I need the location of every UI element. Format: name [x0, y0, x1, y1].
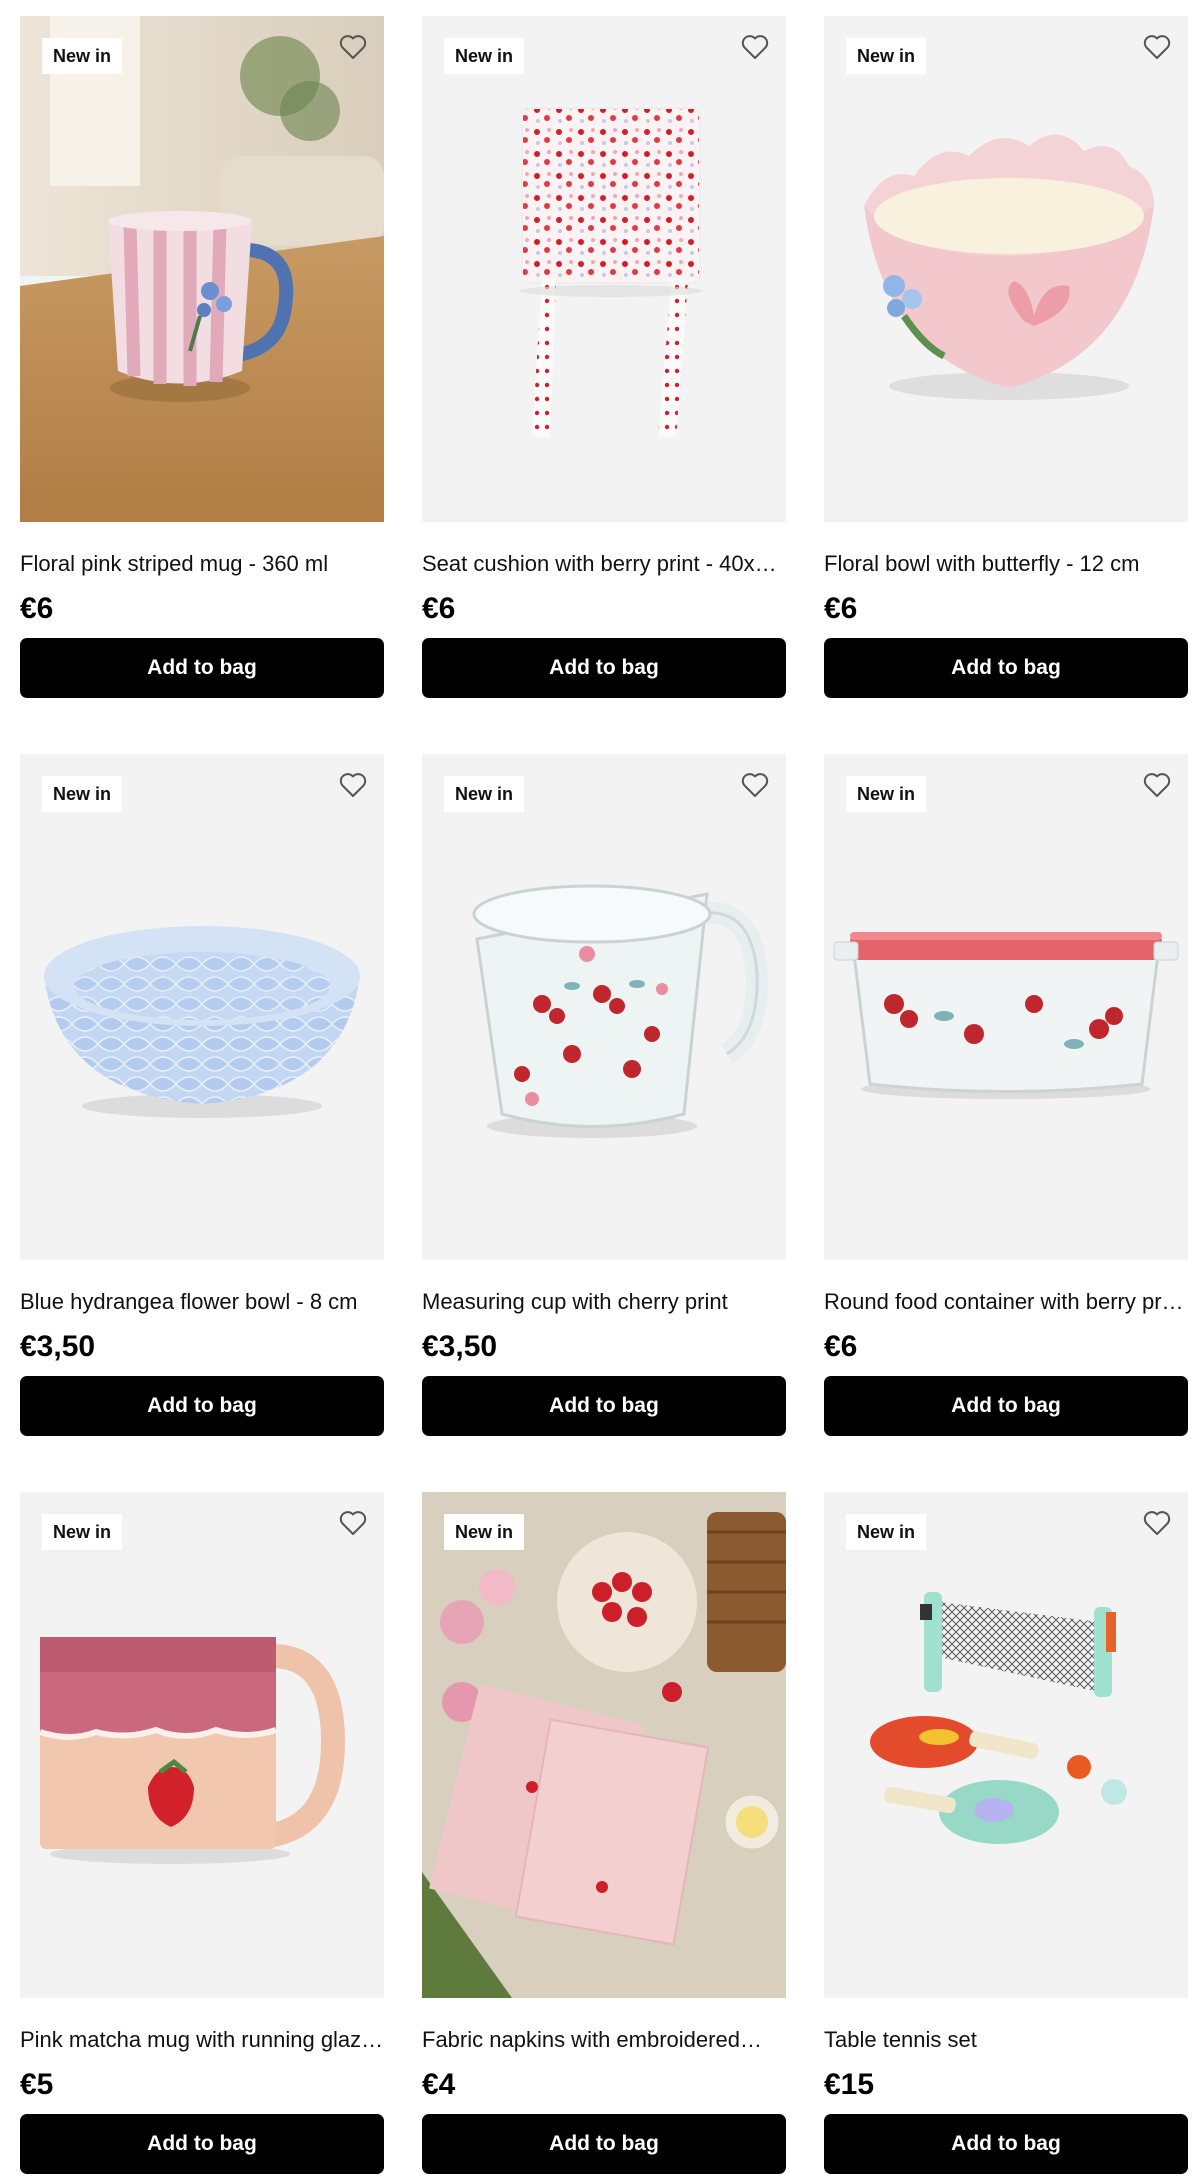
new-in-badge: New in: [444, 38, 525, 74]
product-image[interactable]: New in: [20, 1492, 384, 1998]
new-in-badge: New in: [846, 38, 927, 74]
new-in-badge: New in: [444, 776, 525, 812]
product-image[interactable]: New in: [824, 754, 1188, 1260]
product-title[interactable]: Measuring cup with cherry print: [422, 1288, 786, 1316]
product-card: New in Measuring cup with cherry print €…: [422, 754, 786, 1440]
product-price: €15: [824, 2068, 875, 2101]
new-in-badge: New in: [846, 1514, 927, 1550]
table-tennis-photo: [870, 1592, 1127, 1844]
heart-outline-icon[interactable]: [336, 768, 370, 802]
heart-outline-icon[interactable]: [1140, 30, 1174, 64]
product-card: New in Table tennis set €15 Add to bag: [824, 1492, 1188, 2178]
product-price: €3,50: [422, 1330, 498, 1363]
product-card: New in Seat cushion with berry print - 4…: [422, 16, 786, 702]
napkins-photo: [422, 1492, 786, 1998]
product-price: €6: [824, 592, 858, 625]
add-to-bag-button[interactable]: Add to bag: [824, 1376, 1188, 1436]
product-image[interactable]: New in: [824, 16, 1188, 522]
product-title[interactable]: Blue hydrangea flower bowl - 8 cm: [20, 1288, 384, 1316]
new-in-badge: New in: [444, 1514, 525, 1550]
heart-outline-icon[interactable]: [1140, 1506, 1174, 1540]
add-to-bag-button[interactable]: Add to bag: [422, 1376, 786, 1436]
product-title[interactable]: Floral pink striped mug - 360 ml: [20, 550, 384, 578]
product-image[interactable]: New in: [824, 1492, 1188, 1998]
new-in-badge: New in: [42, 1514, 123, 1550]
measuring-cup-photo: [472, 884, 769, 1138]
product-image[interactable]: New in: [20, 754, 384, 1260]
product-title[interactable]: Floral bowl with butterfly - 12 cm: [824, 550, 1188, 578]
food-container-photo: [833, 932, 1179, 1099]
product-title[interactable]: Seat cushion with berry print - 40x40…: [422, 550, 786, 578]
heart-outline-icon[interactable]: [738, 768, 772, 802]
matcha-mug-photo: [39, 1637, 346, 1864]
product-image[interactable]: New in: [422, 754, 786, 1260]
heart-outline-icon[interactable]: [336, 1506, 370, 1540]
add-to-bag-button[interactable]: Add to bag: [20, 638, 384, 698]
product-grid: New in Floral pink striped mug - 360 ml …: [20, 16, 1188, 2178]
add-to-bag-button[interactable]: Add to bag: [20, 1376, 384, 1436]
add-to-bag-button[interactable]: Add to bag: [422, 638, 786, 698]
seat-cushion-photo: [519, 107, 703, 438]
product-image[interactable]: New in: [20, 16, 384, 522]
new-in-badge: New in: [846, 776, 927, 812]
product-price: €6: [824, 1330, 858, 1363]
add-to-bag-button[interactable]: Add to bag: [824, 638, 1188, 698]
product-card: New in Fabric napkins with embroidered… …: [422, 1492, 786, 2178]
add-to-bag-button[interactable]: Add to bag: [422, 2114, 786, 2174]
heart-outline-icon[interactable]: [1140, 768, 1174, 802]
heart-outline-icon[interactable]: [336, 30, 370, 64]
product-image[interactable]: New in: [422, 1492, 786, 1998]
product-card: New in Round food container with berry p…: [824, 754, 1188, 1440]
add-to-bag-button[interactable]: Add to bag: [20, 2114, 384, 2174]
product-card: New in Floral pink striped mug - 360 ml …: [20, 16, 384, 702]
product-title[interactable]: Pink matcha mug with running glaze …: [20, 2026, 384, 2054]
product-card: New in Blue hydrangea flower bowl - 8 cm…: [20, 754, 384, 1440]
blue-bowl-photo: [44, 926, 360, 1118]
product-price: €3,50: [20, 1330, 96, 1363]
product-title[interactable]: Round food container with berry prin…: [824, 1288, 1188, 1316]
product-price: €6: [422, 592, 456, 625]
product-card: New in Pink matcha mug with running glaz…: [20, 1492, 384, 2178]
product-card: New in Floral bowl with butterfly - 12 c…: [824, 16, 1188, 702]
product-title[interactable]: Fabric napkins with embroidered…: [422, 2026, 786, 2054]
new-in-badge: New in: [42, 776, 123, 812]
heart-outline-icon[interactable]: [738, 30, 772, 64]
striped-mug-photo: [20, 16, 384, 522]
product-price: €4: [422, 2068, 456, 2101]
pink-bowl-photo: [864, 134, 1154, 400]
product-image[interactable]: New in: [422, 16, 786, 522]
product-price: €5: [20, 2068, 54, 2101]
add-to-bag-button[interactable]: Add to bag: [824, 2114, 1188, 2174]
product-title[interactable]: Table tennis set: [824, 2026, 1188, 2054]
new-in-badge: New in: [42, 38, 123, 74]
product-price: €6: [20, 592, 54, 625]
